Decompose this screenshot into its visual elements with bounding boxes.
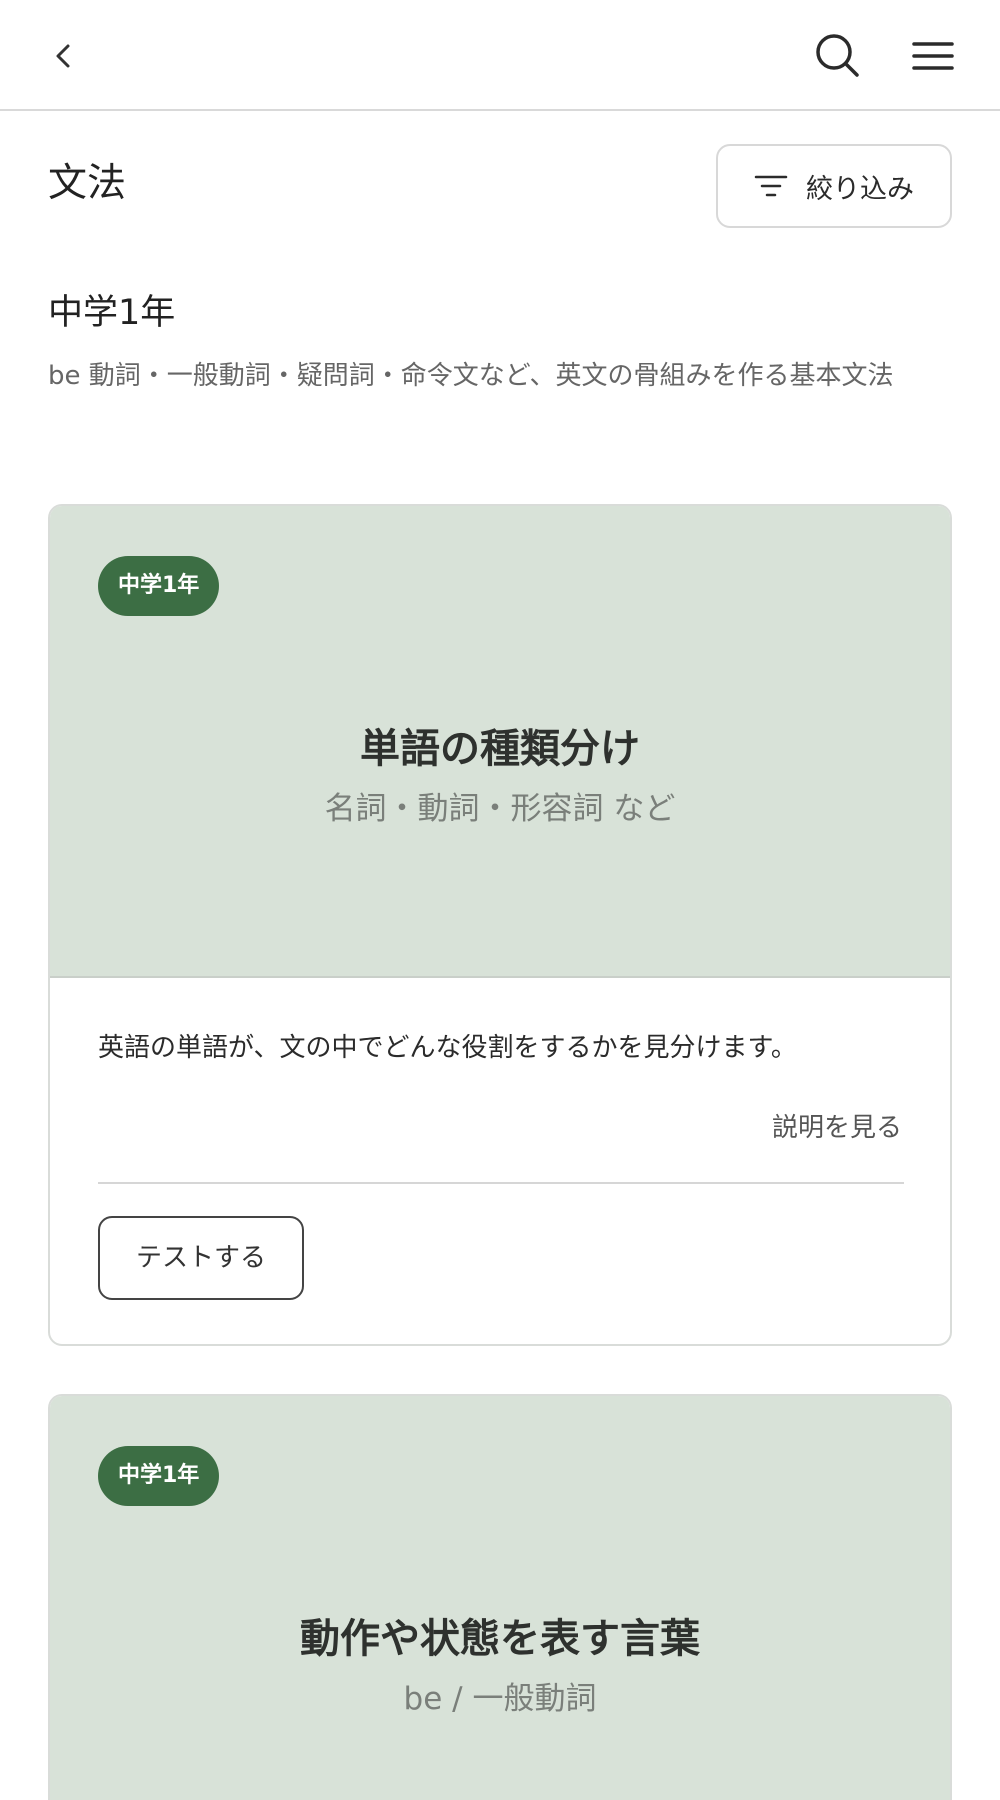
- grade-badge: 中学1年: [98, 1446, 220, 1506]
- card-subtitle: 名詞・動詞・形容詞 など: [324, 791, 676, 827]
- take-test-button[interactable]: テストする: [98, 1216, 304, 1300]
- card-hero[interactable]: 中学1年 動作や状態を表す言葉 be / 一般動詞: [50, 1396, 950, 1800]
- card-title: 動作や状態を表す言葉: [300, 1616, 700, 1662]
- card-hero[interactable]: 中学1年 単語の種類分け 名詞・動詞・形容詞 など: [50, 506, 950, 978]
- menu-button[interactable]: [908, 34, 958, 78]
- grade-badge: 中学1年: [98, 556, 220, 616]
- section-description: be 動詞・一般動詞・疑問詞・命令文など、英文の骨組みを作る基本文法: [48, 361, 894, 391]
- filter-label: 絞り込み: [806, 173, 914, 205]
- chevron-left-icon: [56, 44, 70, 68]
- filter-button[interactable]: 絞り込み: [716, 144, 952, 228]
- card-subtitle: be / 一般動詞: [403, 1681, 597, 1717]
- section-title: 中学1年: [48, 293, 176, 333]
- grammar-card: 中学1年 単語の種類分け 名詞・動詞・形容詞 など 英語の単語が、文の中でどんな…: [48, 504, 952, 1346]
- search-icon: [816, 34, 859, 77]
- filter-lines-icon: [754, 175, 788, 197]
- card-divider: [98, 1182, 904, 1184]
- card-description: 英語の単語が、文の中でどんな役割をするかを見分けます。: [98, 1033, 797, 1063]
- back-button[interactable]: [44, 32, 84, 80]
- search-button[interactable]: [812, 30, 864, 82]
- top-bar: [0, 0, 1000, 111]
- grammar-page: 文法 絞り込み 中学1年 be 動詞・一般動詞・疑問詞・命令文など、英文の骨組み…: [0, 0, 1000, 1800]
- page-title: 文法: [48, 161, 127, 206]
- card-title: 単語の種類分け: [360, 726, 640, 772]
- view-explanation-link[interactable]: 説明を見る: [772, 1110, 902, 1146]
- grammar-card: 中学1年 動作や状態を表す言葉 be / 一般動詞: [48, 1394, 952, 1800]
- hamburger-menu-icon: [912, 42, 954, 70]
